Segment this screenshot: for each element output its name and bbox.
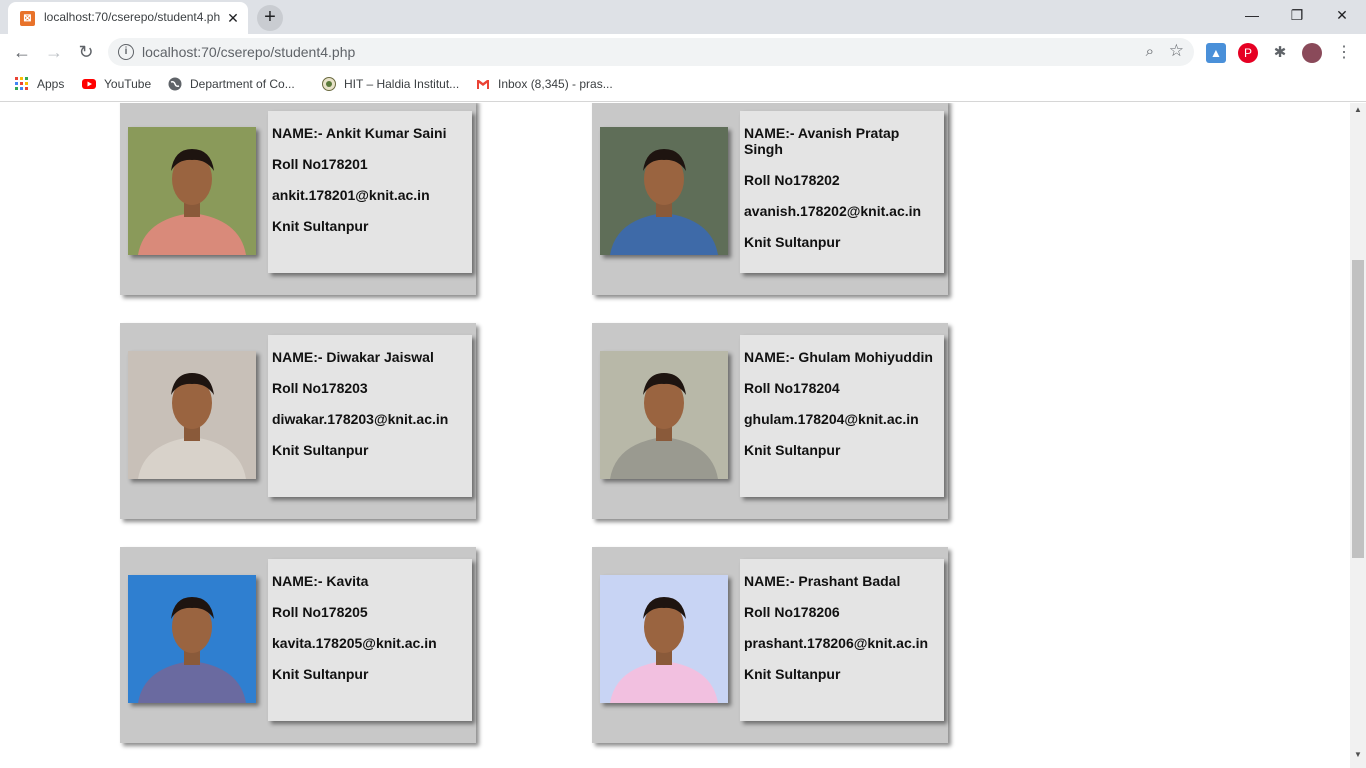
bookmark-star-icon[interactable]: ☆ [1169,41,1184,61]
bookmark-apps[interactable]: Apps [15,77,64,91]
student-email: ghulam.178204@knit.ac.in [744,411,919,427]
hit-logo-icon [322,77,336,91]
student-name: NAME:- Ghulam Mohiyuddin [744,349,933,365]
student-email: avanish.178202@knit.ac.in [744,203,922,219]
student-info-panel: NAME:- Ghulam Mohiyuddin Roll No178204 ghu… [740,335,944,497]
student-college: Knit Sultanpur [744,666,841,682]
student-email: kavita.178205@knit.ac.in [272,635,437,651]
student-name: NAME:- Diwakar Jaiswal [272,349,434,365]
student-photo [128,575,256,703]
page-viewport: NAME:- Ankit Kumar Saini Roll No178201 ank… [0,103,1350,768]
site-info-icon[interactable]: i [118,44,134,60]
student-roll-no: Roll No178205 [272,604,368,620]
student-photo [600,575,728,703]
bookmark-label: Inbox (8,345) - pras... [498,77,613,91]
address-bar[interactable]: i localhost:70/cserepo/student4.php ⌕ ☆ [108,38,1194,66]
tab-strip: ⊠ localhost:70/cserepo/student4.ph ✕ + —… [0,0,1366,34]
student-info-panel: NAME:- Prashant Badal Roll No178206 prasha… [740,559,944,721]
student-college: Knit Sultanpur [744,234,841,250]
bookmarks-bar: Apps YouTube Department of Co... HIT – H… [0,70,1366,102]
bookmark-department[interactable]: Department of Co... [168,77,295,91]
bookmark-label: YouTube [104,77,152,91]
student-photo [128,127,256,255]
back-button[interactable]: ← [10,40,34,64]
student-roll-no: Roll No178206 [744,604,840,620]
close-window-button[interactable]: ✕ [1320,4,1364,26]
student-roll-no: Roll No178204 [744,380,840,396]
student-roll-no: Roll No178201 [272,156,368,172]
student-name: NAME:- Prashant Badal [744,573,901,589]
student-college: Knit Sultanpur [272,218,369,234]
pinterest-icon[interactable]: P [1238,43,1258,63]
bookmark-label: Apps [37,77,65,91]
zoom-icon[interactable]: ⌕ [1146,43,1154,60]
student-photo [600,127,728,255]
extension-icon[interactable]: ▲ [1206,43,1226,63]
student-photo [128,351,256,479]
bookmark-label: Department of Co... [190,77,295,91]
student-photo [600,351,728,479]
student-college: Knit Sultanpur [272,442,369,458]
apps-grid-icon [15,77,29,91]
student-email: prashant.178206@knit.ac.in [744,635,929,651]
tab-title: localhost:70/cserepo/student4.ph [44,10,221,24]
student-card: NAME:- Prashant Badal Roll No178206 prasha… [592,547,948,743]
student-name: NAME:- Avanish Pratap Singh [744,125,900,157]
student-info-panel: NAME:- Diwakar Jaiswal Roll No178203 diwak… [268,335,472,497]
student-college: Knit Sultanpur [744,442,841,458]
gmail-icon [476,77,490,91]
scroll-up-arrow-icon[interactable]: ▲ [1350,105,1366,119]
bookmark-hit[interactable]: HIT – Haldia Institut... [322,77,459,91]
scroll-down-arrow-icon[interactable]: ▼ [1350,750,1366,764]
tab-close-icon[interactable]: ✕ [224,9,242,27]
globe-icon [168,77,182,91]
new-tab-button[interactable]: + [257,5,283,31]
student-card: NAME:- Ankit Kumar Saini Roll No178201 ank… [120,103,476,295]
minimize-button[interactable]: — [1230,4,1274,26]
student-roll-no: Roll No178202 [744,172,840,188]
bookmark-label: HIT – Haldia Institut... [344,77,460,91]
student-info-panel: NAME:- Ankit Kumar Saini Roll No178201 ank… [268,111,472,273]
vertical-scrollbar[interactable]: ▲ ▼ [1350,103,1366,768]
youtube-icon [82,77,96,91]
scroll-thumb[interactable] [1352,260,1364,558]
bookmark-youtube[interactable]: YouTube [82,77,151,91]
student-card: NAME:- Avanish Pratap Singh Roll No178202… [592,103,948,295]
student-info-panel: NAME:- Kavita Roll No178205 kavita.178205@… [268,559,472,721]
xampp-favicon-icon: ⊠ [20,11,35,26]
student-email: ankit.178201@knit.ac.in [272,187,430,203]
student-card: NAME:- Ghulam Mohiyuddin Roll No178204 ghu… [592,323,948,519]
profile-avatar[interactable] [1302,43,1322,63]
student-name: NAME:- Kavita [272,573,369,589]
address-url[interactable]: localhost:70/cserepo/student4.php [142,44,355,60]
student-college: Knit Sultanpur [272,666,369,682]
student-name: NAME:- Ankit Kumar Saini [272,125,447,141]
browser-toolbar: ← → ↻ i localhost:70/cserepo/student4.ph… [0,34,1366,70]
student-card: NAME:- Diwakar Jaiswal Roll No178203 diwak… [120,323,476,519]
menu-kebab-icon[interactable]: ⋮ [1334,43,1354,63]
student-roll-no: Roll No178203 [272,380,368,396]
student-info-panel: NAME:- Avanish Pratap Singh Roll No178202… [740,111,944,273]
student-card: NAME:- Kavita Roll No178205 kavita.178205@… [120,547,476,743]
forward-button[interactable]: → [42,40,66,64]
student-email: diwakar.178203@knit.ac.in [272,411,449,427]
restore-button[interactable]: ❐ [1275,4,1319,26]
browser-tab[interactable]: ⊠ localhost:70/cserepo/student4.ph ✕ [8,2,248,34]
reload-button[interactable]: ↻ [74,40,98,64]
extensions-puzzle-icon[interactable]: ✱ [1270,43,1290,63]
bookmark-inbox[interactable]: Inbox (8,345) - pras... [476,77,613,91]
